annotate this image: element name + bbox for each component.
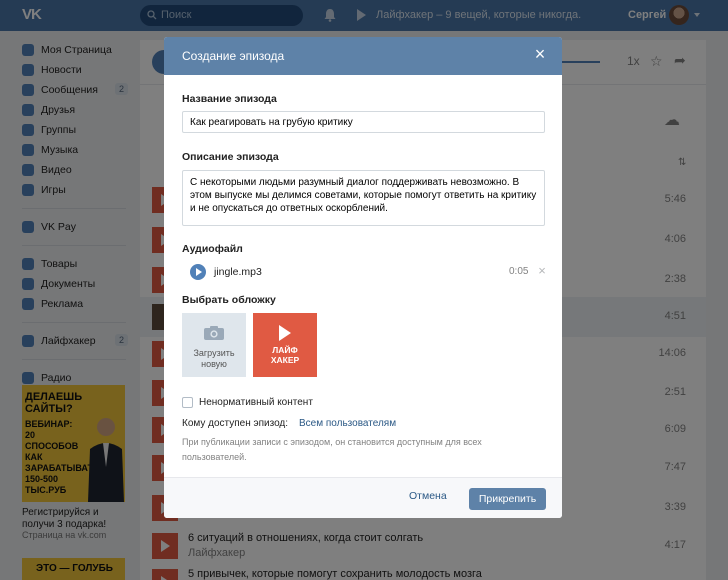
visibility-label: Кому доступен эпизод:: [182, 418, 289, 429]
explicit-content-label[interactable]: Ненормативный контент: [199, 397, 313, 408]
episode-description-textarea[interactable]: С некоторыми людьми разумный диалог подд…: [182, 170, 545, 226]
episode-name-label: Название эпизода: [182, 93, 277, 105]
play-icon: [279, 325, 291, 341]
audio-play-icon[interactable]: [190, 264, 206, 280]
create-episode-dialog: Создание эпизода × Название эпизода Опис…: [164, 37, 562, 518]
episode-description-label: Описание эпизода: [182, 151, 279, 163]
audio-duration: 0:05: [509, 266, 529, 277]
cancel-button[interactable]: Отмена: [409, 490, 447, 502]
visibility-dropdown[interactable]: Всем пользователям: [299, 418, 396, 429]
explicit-content-checkbox[interactable]: [182, 397, 193, 408]
dialog-title: Создание эпизода: [182, 49, 285, 63]
remove-audio-close-icon[interactable]: ×: [536, 263, 548, 278]
cover-label: Выбрать обложку: [182, 294, 276, 306]
close-icon[interactable]: ×: [532, 45, 548, 63]
upload-cover-button[interactable]: Загрузить новую: [182, 313, 246, 377]
audio-file-name: jingle.mp3: [214, 266, 262, 278]
lifehacker-cover-option[interactable]: ЛАЙФ ХАКЕР: [253, 313, 317, 377]
audio-file-label: Аудиофайл: [182, 243, 243, 255]
cover-brand-text: ЛАЙФ ХАКЕР: [270, 345, 300, 365]
attach-button[interactable]: Прикрепить: [469, 488, 546, 510]
episode-name-input[interactable]: [182, 111, 545, 133]
dialog-header: Создание эпизода ×: [164, 37, 562, 75]
publish-hint: При публикации записи с эпизодом, он ста…: [182, 437, 482, 462]
upload-cover-label: Загрузить новую: [193, 348, 235, 369]
camera-icon: [204, 326, 224, 340]
dialog-footer: Отмена Прикрепить: [164, 477, 562, 518]
